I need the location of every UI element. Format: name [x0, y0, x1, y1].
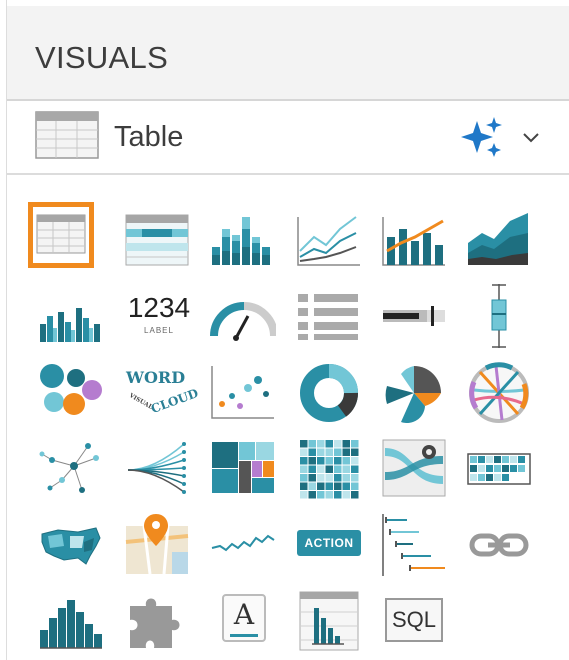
- table-bar-visual-button[interactable]: [296, 588, 362, 654]
- heatmap-icon-cell: [300, 440, 308, 448]
- kpi-value-text: 1234: [127, 292, 191, 323]
- histogram-bars-visual-button[interactable]: [381, 512, 447, 578]
- calendar-heatmap-visual-button[interactable]: [466, 436, 532, 502]
- visuals-header: VISUALS: [7, 6, 569, 101]
- action-visual-button[interactable]: ACTION: [296, 512, 362, 578]
- gauge-visual-button[interactable]: [210, 284, 276, 350]
- heatmap-icon-cell: [308, 448, 316, 456]
- box-plot-visual-button[interactable]: [466, 284, 532, 350]
- heatmap-icon-cell: [308, 491, 316, 499]
- sparklines-visual-button[interactable]: [210, 512, 276, 578]
- heatmap-visual-button[interactable]: [296, 436, 362, 502]
- heatmap-icon-cell: [351, 491, 359, 499]
- heatmap-icon-cell: [342, 482, 350, 490]
- correlation-flow-visual-button[interactable]: [381, 436, 447, 502]
- heatmap-icon-cell: [351, 474, 359, 482]
- heatmap-icon-cell: [325, 482, 333, 490]
- heatmap-icon-cell: [351, 482, 359, 490]
- heatmap-icon-cell: [334, 482, 342, 490]
- heatmap-icon-cell: [317, 448, 325, 456]
- extension-puzzle-icon[interactable]: [124, 588, 190, 654]
- pie-donut-visual-button[interactable]: [296, 360, 362, 426]
- heatmap-icon-cell: [342, 457, 350, 465]
- combo-bar-line-visual-button[interactable]: [381, 207, 447, 273]
- heatmap-icon-cell: [300, 482, 308, 490]
- word-cloud-word: WORD: [126, 368, 186, 387]
- heatmap-icon-cell: [342, 474, 350, 482]
- heatmap-icon-cell: [334, 465, 342, 473]
- visual-type-selector[interactable]: Table: [7, 101, 569, 175]
- rich-text-visual-button[interactable]: A: [210, 588, 276, 654]
- chevron-down-icon[interactable]: [521, 131, 541, 150]
- heatmap-icon-cell: [308, 440, 316, 448]
- panel-title: VISUALS: [35, 40, 169, 75]
- heatmap-icon-cell: [325, 457, 333, 465]
- radial-visual-button[interactable]: [381, 360, 447, 426]
- network-visual-button[interactable]: [38, 436, 104, 502]
- heatmap-icon-cell: [317, 474, 325, 482]
- sql-label: SQL: [385, 598, 443, 642]
- map-visual-button[interactable]: [38, 512, 104, 578]
- heatmap-icon-cell: [300, 457, 308, 465]
- heatmap-icon-cell: [300, 465, 308, 473]
- heatmap-icon-cell: [308, 457, 316, 465]
- kpi-label-visual-button[interactable]: 1234 LABEL: [124, 284, 190, 350]
- heatmap-icon-cell: [317, 482, 325, 490]
- kpi-sub-text: LABEL: [144, 326, 174, 335]
- table-icon: [35, 111, 99, 164]
- histogram-visual-button[interactable]: [38, 588, 104, 654]
- heatmap-icon-cell: [334, 440, 342, 448]
- heatmap-icon-cell: [317, 491, 325, 499]
- heatmap-icon-cell: [325, 465, 333, 473]
- grouped-bars-visual-button[interactable]: [38, 284, 104, 350]
- bullet-visual-button[interactable]: [381, 284, 447, 350]
- heatmap-icon-cell: [300, 448, 308, 456]
- heatmap-icon-cell: [317, 440, 325, 448]
- dendrogram-visual-button[interactable]: [124, 436, 190, 502]
- sql-visual-button[interactable]: SQL: [381, 588, 447, 654]
- heatmap-icon-cell: [325, 440, 333, 448]
- heatmap-icon-cell: [342, 465, 350, 473]
- selected-visual-label: Table: [114, 121, 184, 153]
- heatmap-icon-cell: [308, 474, 316, 482]
- heatmap-icon-cell: [351, 440, 359, 448]
- interactive-map-visual-button[interactable]: [124, 512, 190, 578]
- table-visual-button[interactable]: [28, 202, 94, 268]
- heatmap-icon-cell: [351, 465, 359, 473]
- heatmap-icon-cell: [351, 448, 359, 456]
- heatmap-icon-cell: [317, 465, 325, 473]
- heatmap-icon-cell: [342, 491, 350, 499]
- heatmap-icon-cell: [342, 440, 350, 448]
- heatmap-icon-cell: [342, 448, 350, 456]
- heatmap-icon-cell: [325, 448, 333, 456]
- rich-text-underline: [230, 634, 258, 637]
- heatmap-icon-cell: [308, 482, 316, 490]
- link-icon[interactable]: [466, 512, 532, 578]
- scatter-visual-button[interactable]: [210, 360, 276, 426]
- heatmap-icon-cell: [300, 491, 308, 499]
- heatmap-icon-cell: [334, 491, 342, 499]
- explore-visuals-sparkle-icon[interactable]: [461, 115, 505, 164]
- word-cloud-cloud: CLOUD: [149, 385, 201, 417]
- lines-visual-button[interactable]: [296, 207, 362, 273]
- packed-bubbles-visual-button[interactable]: [38, 360, 104, 426]
- heatmap-icon-cell: [325, 491, 333, 499]
- cross-tabulation-visual-button[interactable]: [124, 207, 190, 273]
- heatmap-icon-cell: [300, 474, 308, 482]
- heatmap-icon-cell: [334, 474, 342, 482]
- heatmap-icon-cell: [351, 457, 359, 465]
- treemap-visual-button[interactable]: [210, 436, 276, 502]
- action-label: ACTION: [297, 530, 361, 556]
- heatmap-icon-cell: [308, 465, 316, 473]
- word-cloud-visual-button[interactable]: WORD CLOUD VISUAL: [124, 360, 200, 426]
- heatmap-icon-cell: [334, 448, 342, 456]
- heatmap-icon-cell: [325, 474, 333, 482]
- heatmap-icon-cell: [334, 457, 342, 465]
- stacked-bars-visual-button[interactable]: [210, 207, 276, 273]
- chord-visual-button[interactable]: [466, 360, 532, 426]
- area-visual-button[interactable]: [466, 207, 532, 273]
- heatmap-icon-cell: [317, 457, 325, 465]
- list-visual-button[interactable]: [296, 284, 362, 350]
